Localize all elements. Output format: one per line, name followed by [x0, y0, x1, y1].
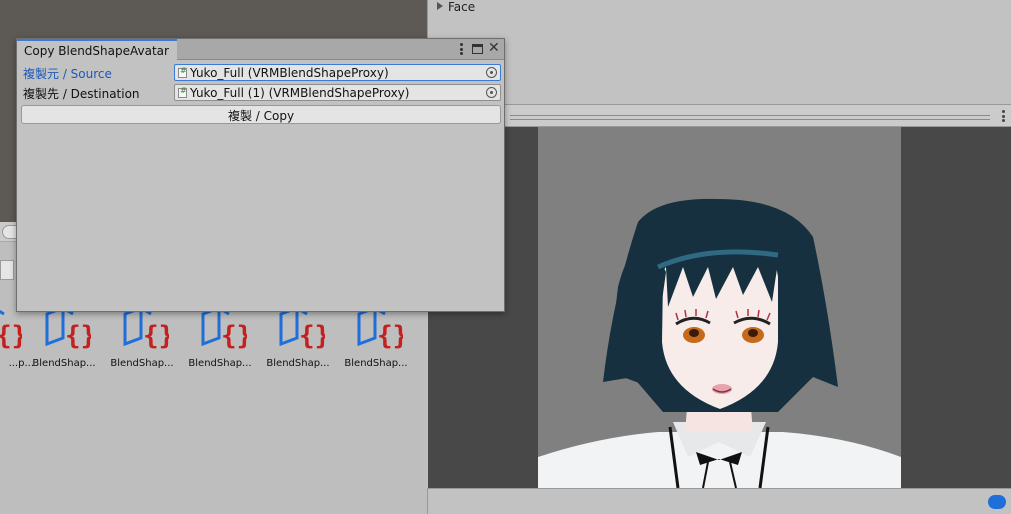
blendshape-asset-icon: {} — [45, 306, 91, 350]
svg-text:{}: {} — [299, 321, 325, 350]
svg-text:{}: {} — [0, 321, 22, 350]
maximize-icon[interactable] — [472, 44, 483, 54]
copy-button[interactable]: 複製 / Copy — [21, 105, 501, 124]
asset-label: BlendShap... — [266, 358, 330, 369]
face-foldout[interactable]: Face — [437, 0, 475, 14]
destination-value: Yuko_Full (1) (VRMBlendShapeProxy) — [190, 86, 410, 100]
destination-row: 複製先 / Destination Yuko_Full (1) (VRMBlen… — [21, 84, 502, 102]
face-label: Face — [448, 0, 476, 14]
asset-item[interactable]: {} BlendShap... — [337, 306, 415, 376]
script-icon — [178, 66, 187, 78]
more-options-icon[interactable] — [455, 43, 467, 55]
blendshape-asset-icon: {} — [123, 306, 169, 350]
source-label: 複製元 / Source — [23, 67, 112, 81]
svg-text:{}: {} — [377, 321, 403, 350]
source-field[interactable]: Yuko_Full (VRMBlendShapeProxy) — [174, 64, 501, 81]
avatar-preview[interactable] — [538, 127, 901, 488]
blendshape-asset-icon: {} — [357, 306, 403, 350]
avatar-image — [538, 198, 901, 488]
object-picker-icon[interactable] — [486, 67, 497, 78]
asset-label: BlendShap... — [188, 358, 252, 369]
asset-label: BlendShap... — [110, 358, 174, 369]
script-icon — [178, 86, 187, 98]
window-titlebar[interactable]: Copy BlendShapeAvatar ✕ — [17, 39, 504, 60]
svg-text:{}: {} — [143, 321, 169, 350]
close-icon[interactable]: ✕ — [488, 41, 500, 55]
copy-blendshape-window: Copy BlendShapeAvatar ✕ 複製元 / Source Yuk… — [16, 38, 505, 312]
drag-handle[interactable] — [510, 115, 990, 120]
asset-item[interactable]: {} BlendShap... — [259, 306, 337, 376]
asset-item[interactable]: {} BlendShap... — [25, 306, 103, 376]
status-bar — [427, 488, 1011, 514]
preview-area — [428, 127, 1011, 488]
source-row: 複製元 / Source Yuko_Full (VRMBlendShapePro… — [21, 64, 502, 82]
foldout-arrow-icon — [437, 2, 443, 10]
preview-header[interactable] — [427, 104, 1011, 127]
destination-field[interactable]: Yuko_Full (1) (VRMBlendShapeProxy) — [174, 84, 501, 101]
project-search-field[interactable] — [0, 260, 14, 280]
destination-label: 複製先 / Destination — [23, 87, 140, 101]
svg-text:{}: {} — [221, 321, 247, 350]
asset-item[interactable]: {} BlendShap... — [103, 306, 181, 376]
object-picker-icon[interactable] — [486, 87, 497, 98]
blendshape-asset-icon: {} — [201, 306, 247, 350]
asset-label: BlendShap... — [32, 358, 96, 369]
blendshape-asset-icon: {} — [0, 309, 22, 350]
window-tab[interactable]: Copy BlendShapeAvatar — [17, 39, 177, 60]
tag-icon[interactable] — [988, 495, 1006, 509]
blendshape-asset-icon: {} — [279, 306, 325, 350]
asset-item[interactable]: {} BlendShap... — [181, 306, 259, 376]
inspector-pane: Face — [427, 0, 1011, 104]
source-value: Yuko_Full (VRMBlendShapeProxy) — [190, 66, 389, 80]
preview-menu-icon[interactable] — [1002, 110, 1005, 122]
svg-text:{}: {} — [65, 321, 91, 350]
asset-label: BlendShap... — [344, 358, 408, 369]
